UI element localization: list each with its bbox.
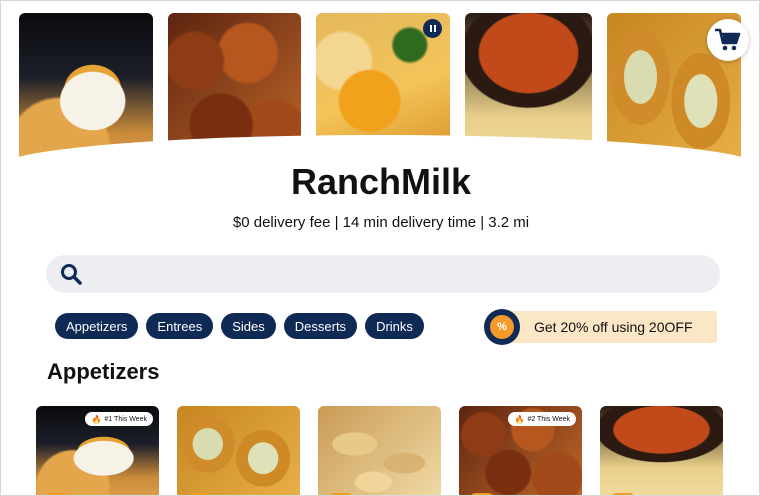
flame-icon: 🔥 [514, 414, 525, 424]
category-drinks[interactable]: Drinks [365, 313, 424, 339]
pause-icon [429, 25, 432, 32]
hero-gallery [1, 13, 759, 295]
menu-card-jalapeno-poppers[interactable] [177, 406, 300, 495]
delivery-info: $0 delivery fee | 14 min delivery time |… [232, 214, 530, 231]
pause-slideshow-button[interactable] [423, 19, 442, 38]
search-input[interactable] [90, 259, 720, 289]
promo-banner[interactable]: % Get 20% off using 20OFF [484, 309, 717, 345]
restaurant-page: RanchMilk $0 delivery fee | 14 min deliv… [0, 0, 760, 496]
cart-button[interactable] [707, 19, 749, 61]
popularity-badge: 🔥 #1 This Week [85, 412, 153, 426]
category-appetizers[interactable]: Appetizers [55, 313, 139, 339]
menu-card-chicken-wings[interactable]: 🔥 #2 This Week [459, 406, 582, 495]
category-entrees[interactable]: Entrees [146, 313, 214, 339]
search-bar[interactable] [46, 255, 720, 293]
menu-card-salsa-and-chips[interactable] [600, 406, 723, 495]
flame-icon: 🔥 [91, 414, 102, 424]
shopping-cart-icon [715, 28, 741, 51]
promo-text: Get 20% off using 20OFF [534, 319, 693, 335]
menu-card-queso-dip[interactable]: 🔥 #1 This Week [36, 406, 159, 495]
category-desserts[interactable]: Desserts [283, 313, 358, 339]
search-icon [61, 264, 82, 285]
percent-badge-icon: % [484, 309, 520, 345]
menu-card-tortilla-chips[interactable] [318, 406, 441, 495]
category-sides[interactable]: Sides [221, 313, 276, 339]
section-title: Appetizers [47, 359, 160, 384]
category-tabs: Appetizers Entrees Sides Desserts Drinks [55, 313, 424, 339]
popularity-badge: 🔥 #2 This Week [508, 412, 576, 426]
restaurant-name: RanchMilk [290, 161, 472, 202]
